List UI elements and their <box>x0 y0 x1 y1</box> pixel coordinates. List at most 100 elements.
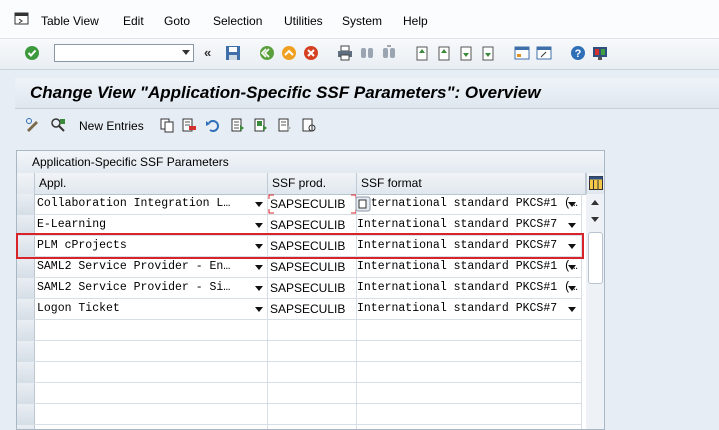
empty-row[interactable] <box>17 341 582 362</box>
ssf-format-cell[interactable] <box>357 341 582 361</box>
find-next-icon[interactable] <box>381 45 397 61</box>
ssf-format-cell[interactable]: International standard PKCS#7 <box>357 215 582 235</box>
command-field[interactable] <box>54 44 194 62</box>
appl-cell[interactable] <box>35 425 268 429</box>
ssf-format-cell[interactable]: International standard PKCS#1 (… <box>357 278 582 298</box>
appl-cell[interactable] <box>35 362 268 382</box>
ssf-format-cell[interactable] <box>357 404 582 424</box>
select-all-icon[interactable] <box>230 117 246 133</box>
ssf-prod-cell[interactable] <box>268 383 357 403</box>
appl-cell[interactable]: SAML2 Service Provider - Si… <box>35 278 268 298</box>
first-page-icon[interactable] <box>414 45 430 61</box>
empty-row[interactable] <box>17 404 582 425</box>
scroll-up-icon[interactable] <box>591 200 599 205</box>
chevron-down-icon[interactable] <box>568 202 576 207</box>
row-selector[interactable] <box>17 278 35 298</box>
select-block-icon[interactable] <box>253 117 269 133</box>
chevron-down-icon[interactable] <box>568 265 576 270</box>
last-page-icon[interactable] <box>480 45 496 61</box>
value-help-icon[interactable] <box>355 196 371 212</box>
row-selector[interactable] <box>17 215 35 235</box>
find-icon[interactable] <box>359 45 375 61</box>
ssf-prod-cell[interactable] <box>268 362 357 382</box>
empty-row[interactable] <box>17 425 582 429</box>
ssf-prod-cell[interactable]: SAPSECULIB <box>268 278 357 298</box>
prev-page-icon[interactable] <box>436 45 452 61</box>
appl-cell[interactable] <box>35 320 268 340</box>
cancel-icon[interactable] <box>303 45 319 61</box>
row-selector[interactable] <box>17 362 35 382</box>
row-selector[interactable] <box>17 383 35 403</box>
chevron-down-icon[interactable] <box>182 50 190 55</box>
chevron-down-icon[interactable] <box>255 202 263 207</box>
chevron-down-icon[interactable] <box>255 286 263 291</box>
system-menu-icon[interactable] <box>14 12 30 26</box>
customize-layout-icon[interactable] <box>592 45 608 61</box>
ssf-prod-cell[interactable]: SAPSECULIB <box>268 299 357 319</box>
row-selector[interactable] <box>17 320 35 340</box>
shortcut-icon[interactable] <box>536 45 552 61</box>
ssf-prod-cell[interactable]: SAPSECULIB <box>268 215 357 235</box>
vertical-scrollbar[interactable] <box>586 194 604 429</box>
ssf-format-cell[interactable]: International standard PKCS#7 <box>357 299 582 319</box>
next-page-icon[interactable] <box>458 45 474 61</box>
appl-cell[interactable] <box>35 383 268 403</box>
ssf-format-cell[interactable]: International standard PKCS#1 (… <box>357 194 582 214</box>
other-view-icon[interactable] <box>50 117 66 133</box>
row-selector[interactable] <box>17 425 35 429</box>
empty-row[interactable] <box>17 320 582 341</box>
appl-cell[interactable] <box>35 404 268 424</box>
menu-selection[interactable]: Selection <box>213 14 262 28</box>
chevron-down-icon[interactable] <box>255 223 263 228</box>
menu-edit[interactable]: Edit <box>123 14 144 28</box>
table-row[interactable]: Collaboration Integration L… SAPSECULIB … <box>17 194 582 215</box>
ssf-prod-cell[interactable] <box>268 320 357 340</box>
chevron-down-icon[interactable] <box>255 307 263 312</box>
ssf-prod-cell[interactable] <box>268 404 357 424</box>
enter-icon[interactable] <box>24 45 40 61</box>
ssf-prod-cell[interactable]: SAPSECULIB <box>268 194 357 214</box>
appl-cell[interactable]: E-Learning <box>35 215 268 235</box>
back-arrows-icon[interactable]: « <box>204 45 211 60</box>
appl-cell[interactable]: SAML2 Service Provider - En… <box>35 257 268 277</box>
column-header-ssf-prod[interactable]: SSF prod. <box>268 173 357 194</box>
chevron-down-icon[interactable] <box>568 307 576 312</box>
column-header-appl[interactable]: Appl. <box>35 173 268 194</box>
undo-icon[interactable] <box>205 117 221 133</box>
help-icon[interactable]: ? <box>570 45 586 61</box>
row-selector[interactable] <box>17 341 35 361</box>
scroll-thumb[interactable] <box>588 232 603 284</box>
print-icon[interactable] <box>337 45 353 61</box>
new-entries-button[interactable]: New Entries <box>79 119 144 133</box>
ssf-format-cell[interactable] <box>357 320 582 340</box>
row-selector[interactable] <box>17 257 35 277</box>
ssf-format-cell[interactable] <box>357 362 582 382</box>
column-header-ssf-format[interactable]: SSF format <box>357 173 586 194</box>
deselect-all-icon[interactable] <box>277 117 293 133</box>
scroll-down-icon[interactable] <box>591 217 599 222</box>
appl-cell[interactable]: Logon Ticket <box>35 299 268 319</box>
row-selector[interactable] <box>17 299 35 319</box>
table-row[interactable]: SAML2 Service Provider - En… SAPSECULIB … <box>17 257 582 278</box>
new-session-icon[interactable] <box>514 45 530 61</box>
row-selector[interactable] <box>17 404 35 424</box>
table-settings-button[interactable] <box>586 173 604 194</box>
exit-icon[interactable] <box>281 45 297 61</box>
menu-table-view[interactable]: Table View <box>41 14 99 28</box>
appl-cell[interactable] <box>35 341 268 361</box>
empty-row[interactable] <box>17 362 582 383</box>
chevron-down-icon[interactable] <box>568 223 576 228</box>
copy-as-icon[interactable] <box>159 117 175 133</box>
table-row[interactable]: Logon Ticket SAPSECULIB International st… <box>17 299 582 320</box>
appl-cell[interactable]: Collaboration Integration L… <box>35 194 268 214</box>
display-change-icon[interactable] <box>25 117 41 133</box>
delete-icon[interactable] <box>181 117 197 133</box>
save-icon[interactable] <box>225 45 241 61</box>
ssf-prod-cell[interactable] <box>268 425 357 429</box>
empty-row[interactable] <box>17 383 582 404</box>
menu-help[interactable]: Help <box>403 14 428 28</box>
table-row[interactable]: SAML2 Service Provider - Si… SAPSECULIB … <box>17 278 582 299</box>
row-selector[interactable] <box>17 194 35 214</box>
ssf-prod-cell[interactable] <box>268 341 357 361</box>
select-all-cell[interactable] <box>17 173 35 194</box>
